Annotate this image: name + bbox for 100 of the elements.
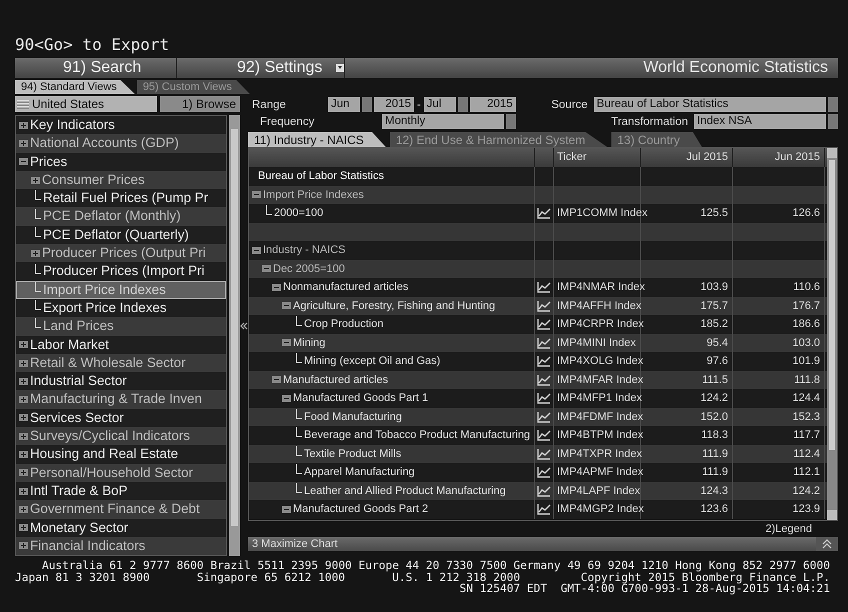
country-field[interactable]: United States [15, 96, 157, 112]
collapse-icon[interactable] [272, 376, 281, 384]
sidebar-item[interactable]: Industrial Sector [16, 372, 226, 390]
sidebar-item[interactable]: Retail Fuel Prices (Pump Pr [16, 189, 226, 208]
collapse-handle[interactable] [240, 322, 248, 330]
expand-icon[interactable] [19, 414, 28, 422]
flag-icon [17, 100, 29, 108]
expand-icon[interactable] [19, 450, 28, 458]
row-label: Apparel Manufacturing [304, 466, 415, 478]
collapse-icon[interactable] [282, 506, 291, 513]
collapse-icon[interactable] [252, 191, 261, 198]
line-chart-icon[interactable] [537, 318, 551, 330]
collapse-icon[interactable] [252, 246, 261, 254]
menu-button[interactable]: 92) Settings [177, 58, 345, 78]
value-cell: 111.9 [702, 448, 728, 460]
sidebar-item[interactable]: Land Prices [16, 317, 226, 336]
ticker-cell: IMP4MINI Index [557, 336, 636, 349]
line-chart-icon[interactable] [537, 374, 551, 386]
expand-icon[interactable] [19, 469, 28, 476]
sidebar-item[interactable]: Import Price Indexes [16, 280, 226, 299]
value-cell: 111.8 [794, 374, 820, 386]
sidebar-item[interactable]: Export Price Indexes [16, 298, 226, 318]
collapse-icon[interactable] [282, 394, 291, 402]
browse-button[interactable]: 1) Browse [160, 96, 240, 112]
frequency-field[interactable]: Monthly [382, 114, 504, 129]
value-cell: 101.9 [792, 355, 820, 368]
expand-icon[interactable] [19, 506, 28, 513]
expand-icon[interactable] [31, 250, 40, 257]
expand-icon[interactable] [19, 432, 28, 440]
collapse-icon[interactable] [282, 302, 291, 310]
row-label: Nonmanufactured articles [283, 281, 408, 294]
year-field[interactable]: 2015 [470, 97, 516, 112]
line-chart-icon[interactable] [537, 300, 551, 312]
frequency-label: Frequency [259, 116, 316, 128]
sidebar-item[interactable]: Services Sector [16, 408, 226, 428]
collapse-icon[interactable] [282, 339, 291, 346]
line-chart-icon[interactable] [537, 448, 551, 460]
sidebar-item[interactable]: Intl Trade & BoP [16, 482, 226, 500]
sidebar-item[interactable]: PCE Deflator (Quarterly) [16, 226, 226, 244]
month-field[interactable]: Jun [328, 97, 360, 112]
sidebar-item[interactable]: Consumer Prices [16, 170, 226, 190]
month-field[interactable]: Jul [424, 97, 456, 112]
tree-line [296, 353, 302, 364]
expand-icon[interactable] [19, 524, 28, 532]
tree-line [35, 282, 41, 292]
sidebar-item[interactable]: Labor Market [16, 336, 226, 354]
expand-icon[interactable] [19, 542, 28, 550]
view-tab[interactable]: 94) Standard Views [15, 80, 135, 94]
row-label: Mining [293, 336, 326, 349]
sidebar-item[interactable]: Surveys/Cyclical Indicators [16, 427, 226, 446]
transformation-field[interactable]: Index NSA [694, 114, 826, 129]
menu-button[interactable]: 91) Search [15, 58, 177, 78]
sidebar-item[interactable]: Prices [16, 152, 226, 171]
expand-up-icon[interactable] [816, 537, 838, 551]
line-chart-icon[interactable] [537, 281, 551, 294]
row-label: Dec 2005=100 [273, 262, 345, 275]
line-chart-icon[interactable] [537, 503, 551, 516]
sidebar-item[interactable]: Financial Indicators [16, 536, 226, 556]
sidebar-item[interactable]: Producer Prices (Output Pri [16, 244, 226, 262]
value-cell: 112.1 [793, 466, 820, 478]
line-chart-icon[interactable] [537, 410, 551, 423]
line-chart-icon[interactable] [537, 355, 551, 368]
collapse-icon[interactable] [19, 158, 28, 166]
sidebar-item[interactable]: Monetary Sector [16, 518, 226, 537]
expand-icon[interactable] [19, 396, 28, 404]
row-label: Crop Production [304, 318, 384, 330]
sidebar-item[interactable]: National Accounts (GDP) [16, 134, 226, 153]
expand-icon[interactable] [19, 140, 28, 147]
sidebar-item[interactable]: Retail & Wholesale Sector [16, 354, 226, 372]
expand-icon[interactable] [19, 488, 28, 495]
sidebar-item[interactable]: Key Indicators [16, 116, 226, 134]
line-chart-icon[interactable] [537, 466, 551, 478]
sidebar-item[interactable]: Housing and Real Estate [16, 445, 226, 464]
expand-icon[interactable] [19, 122, 28, 129]
legend-button[interactable]: 2)Legend [760, 521, 818, 537]
tree-line [296, 464, 302, 474]
expand-icon[interactable] [19, 360, 28, 366]
table-tab[interactable]: 11) Industry - NAICS [248, 132, 386, 147]
line-chart-icon[interactable] [537, 392, 551, 404]
expand-icon[interactable] [19, 341, 28, 348]
line-chart-icon[interactable] [537, 207, 551, 220]
collapse-icon[interactable] [272, 284, 281, 291]
scrollbar[interactable] [827, 148, 837, 520]
line-chart-icon[interactable] [537, 429, 551, 442]
expand-icon[interactable] [31, 176, 40, 184]
sidebar-item[interactable]: Manufacturing & Trade Inven [16, 390, 226, 409]
line-chart-icon[interactable] [537, 336, 551, 349]
maximize-chart-bar[interactable]: 3 Maximize Chart [248, 537, 838, 551]
sidebar-item[interactable]: PCE Deflator (Monthly) [16, 207, 226, 226]
sidebar-item[interactable]: Government Finance & Debt [16, 500, 226, 519]
value-cell: 124.2 [700, 392, 728, 404]
sidebar-item[interactable]: Producer Prices (Import Pri [16, 262, 226, 281]
source-field[interactable]: Bureau of Labor Statistics [594, 97, 826, 112]
collapse-icon[interactable] [262, 265, 271, 272]
line-chart-icon[interactable] [537, 484, 551, 497]
scrollbar[interactable] [229, 115, 240, 556]
year-field[interactable]: 2015 [374, 97, 414, 112]
dropdown-button[interactable] [458, 97, 468, 112]
expand-icon[interactable] [19, 378, 28, 385]
sidebar-item[interactable]: Personal/Household Sector [16, 464, 226, 482]
